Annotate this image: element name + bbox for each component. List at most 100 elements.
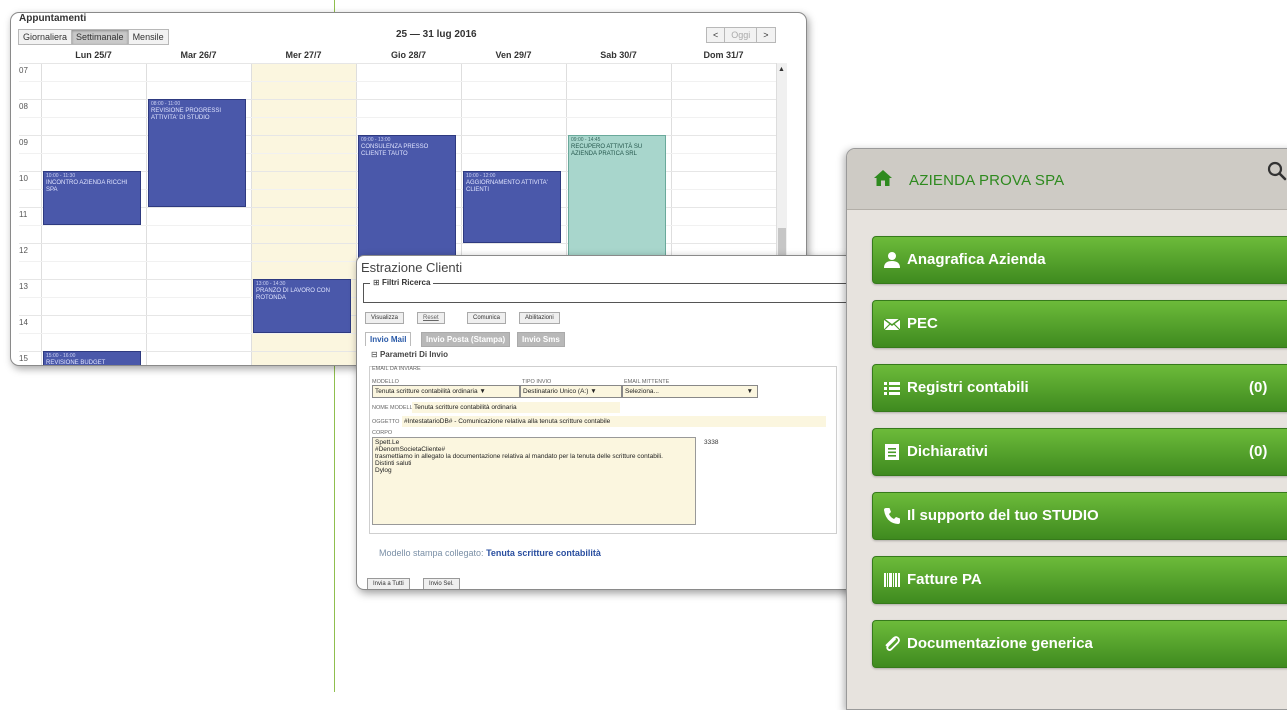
menu-count: (0) xyxy=(1249,443,1268,460)
scroll-up-arrow-icon[interactable]: ▲ xyxy=(778,66,785,73)
oggetto-label: OGGETTO xyxy=(372,419,400,425)
event-title: RECUPERO ATTIVITÀ SU AZIENDA PRATICA SRL xyxy=(571,144,643,157)
filters-legend[interactable]: ⊞ Filtri Ricerca xyxy=(370,278,434,287)
view-month-button[interactable]: Mensile xyxy=(127,29,169,45)
hour-line xyxy=(19,99,776,100)
document-icon xyxy=(885,444,899,460)
day-header[interactable]: Ven 29/7 xyxy=(461,50,566,64)
email-fieldset: EMAIL DA INVIARE MODELLO Tenuta scrittur… xyxy=(369,366,837,534)
hour-label: 10 xyxy=(19,174,28,183)
corpo-textarea[interactable]: Spett.Le #DenomSocietaCliente# trasmetti… xyxy=(372,437,696,525)
menu-count: (0) xyxy=(1249,379,1268,396)
company-name[interactable]: AZIENDA PROVA SPA xyxy=(909,172,1064,189)
hour-label: 08 xyxy=(19,102,28,111)
menu-label: Documentazione generica xyxy=(907,635,1093,652)
barcode-icon xyxy=(884,573,900,587)
event-time: 13:00 - 14:30 xyxy=(256,281,286,287)
azienda-header: AZIENDA PROVA SPA xyxy=(847,149,1287,210)
half-hour-line xyxy=(19,81,776,82)
hour-label: 11 xyxy=(19,210,28,219)
nome-modello-input[interactable]: Tenuta scritture contabilità ordinaria xyxy=(412,402,620,413)
day-header[interactable]: Sab 30/7 xyxy=(566,50,671,64)
menu-label: Registri contabili xyxy=(907,379,1029,396)
calendar-event[interactable]: 10:00 - 12:00 AGGIORNAMENTO ATTIVITA' CLI… xyxy=(463,171,561,243)
next-week-button[interactable]: > xyxy=(756,27,776,43)
event-title: PRANZO DI LAVORO CON ROTONDA xyxy=(256,288,330,301)
menu-supporto-studio[interactable]: Il supporto del tuo STUDIO xyxy=(872,492,1287,540)
day-header[interactable]: Lun 25/7 xyxy=(41,50,146,64)
day-header[interactable]: Dom 31/7 xyxy=(671,50,776,64)
hour-label: 07 xyxy=(19,66,28,75)
section-title: Parametri Di Invio xyxy=(379,350,448,359)
phone-icon xyxy=(884,508,900,524)
calendar-title: Appuntamenti xyxy=(19,13,87,24)
calendar-event[interactable]: 15:00 - 16:00 REVISIONE BUDGET xyxy=(43,351,141,366)
nome-modello-label: NOME MODELLO xyxy=(372,405,417,411)
azienda-panel: AZIENDA PROVA SPA Anagrafica Azienda PEC… xyxy=(846,148,1287,710)
event-time: 09:00 - 13:00 xyxy=(361,137,391,143)
menu-label: Fatture PA xyxy=(907,571,982,588)
email-mittente-value: Seleziona... xyxy=(625,388,659,395)
menu-documentazione-generica[interactable]: Documentazione generica xyxy=(872,620,1287,668)
hour-label: 09 xyxy=(19,138,28,147)
hour-line xyxy=(19,63,776,64)
event-title: CONSULENZA PRESSO CLIENTE TAUTO xyxy=(361,144,429,157)
list-icon xyxy=(884,382,900,395)
event-time: 08:00 - 11:00 xyxy=(151,101,181,107)
menu-fatture-pa[interactable]: Fatture PA xyxy=(872,556,1287,604)
estrazione-clienti-window: Estrazione Clienti ⊞ Filtri Ricerca Visu… xyxy=(356,255,856,590)
day-header[interactable]: Mer 27/7 xyxy=(251,50,356,64)
email-mittente-select[interactable]: Seleziona... ▼ xyxy=(622,385,758,398)
tab-invio-posta[interactable]: Invio Posta (Stampa) xyxy=(421,332,511,347)
char-count: 3338 xyxy=(704,439,719,446)
oggetto-input[interactable]: #IntestatarioDB# - Comunicazione relativ… xyxy=(402,416,826,427)
search-icon[interactable] xyxy=(1267,161,1287,181)
view-day-button[interactable]: Giornaliera xyxy=(18,29,73,45)
filters-label: Filtri Ricerca xyxy=(381,278,431,287)
view-week-button[interactable]: Settimanale xyxy=(71,29,129,45)
modello-stampa-label: Modello stampa collegato: xyxy=(379,548,484,558)
calendar-nav: < Oggi > xyxy=(706,27,776,43)
corpo-label: CORPO xyxy=(372,430,393,436)
prev-week-button[interactable]: < xyxy=(706,27,726,43)
event-time: 10:00 - 12:00 xyxy=(466,173,496,179)
hour-label: 12 xyxy=(19,246,28,255)
menu-label: Anagrafica Azienda xyxy=(907,251,1046,268)
menu-label: PEC xyxy=(907,315,938,332)
envelope-icon xyxy=(883,318,901,331)
tab-invio-sms[interactable]: Invio Sms xyxy=(517,332,565,347)
event-title: REVISIONE BUDGET xyxy=(46,360,106,366)
menu-pec[interactable]: PEC xyxy=(872,300,1287,348)
hour-label: 13 xyxy=(19,282,28,291)
menu-label: Il supporto del tuo STUDIO xyxy=(907,507,1099,524)
calendar-event[interactable]: 08:00 - 11:00 REVISIONE PROGRESSI ATTIVIT… xyxy=(148,99,246,207)
day-header[interactable]: Mar 26/7 xyxy=(146,50,251,64)
event-time: 09:00 - 14:45 xyxy=(571,137,601,143)
tipo-invio-select[interactable]: Destinatario Unico (A:) ▼ xyxy=(520,385,622,398)
section-header[interactable]: ⊟ Parametri Di Invio xyxy=(371,350,448,359)
tab-invio-mail[interactable]: Invio Mail xyxy=(365,332,412,346)
menu-dichiarativi[interactable]: Dichiarativi (0) xyxy=(872,428,1287,476)
menu-anagrafica-azienda[interactable]: Anagrafica Azienda xyxy=(872,236,1287,284)
home-icon[interactable] xyxy=(873,169,893,187)
calendar-event[interactable]: 10:00 - 11:30 INCONTRO AZIENDA RICCHI SPA xyxy=(43,171,141,225)
comunica-button[interactable]: Comunica xyxy=(467,312,507,324)
visualizza-button[interactable]: Visualizza xyxy=(365,312,404,324)
expand-icon: ⊞ xyxy=(373,278,382,287)
event-time: 10:00 - 11:30 xyxy=(46,173,76,179)
paperclip-icon xyxy=(885,636,900,651)
today-button[interactable]: Oggi xyxy=(724,27,758,43)
hour-label: 15 xyxy=(19,354,28,363)
menu-registri-contabili[interactable]: Registri contabili (0) xyxy=(872,364,1287,412)
day-header[interactable]: Gio 28/7 xyxy=(356,50,461,64)
filters-fieldset[interactable]: ⊞ Filtri Ricerca xyxy=(363,278,854,303)
invio-sel-button[interactable]: Invio Sel. xyxy=(423,578,460,589)
modello-select[interactable]: Tenuta scritture contabilità ordinaria ▼ xyxy=(372,385,520,398)
email-legend: EMAIL DA INVIARE xyxy=(372,366,421,372)
reset-button[interactable]: Reset xyxy=(417,312,445,324)
calendar-event[interactable]: 13:00 - 14:30 PRANZO DI LAVORO CON ROTOND… xyxy=(253,279,351,333)
menu-label: Dichiarativi xyxy=(907,443,988,460)
invia-tutti-button[interactable]: Invia a Tutti xyxy=(367,578,410,589)
abilitazioni-button[interactable]: Abilitazioni xyxy=(519,312,560,324)
modello-stampa-link[interactable]: Tenuta scritture contabilità xyxy=(486,548,601,558)
